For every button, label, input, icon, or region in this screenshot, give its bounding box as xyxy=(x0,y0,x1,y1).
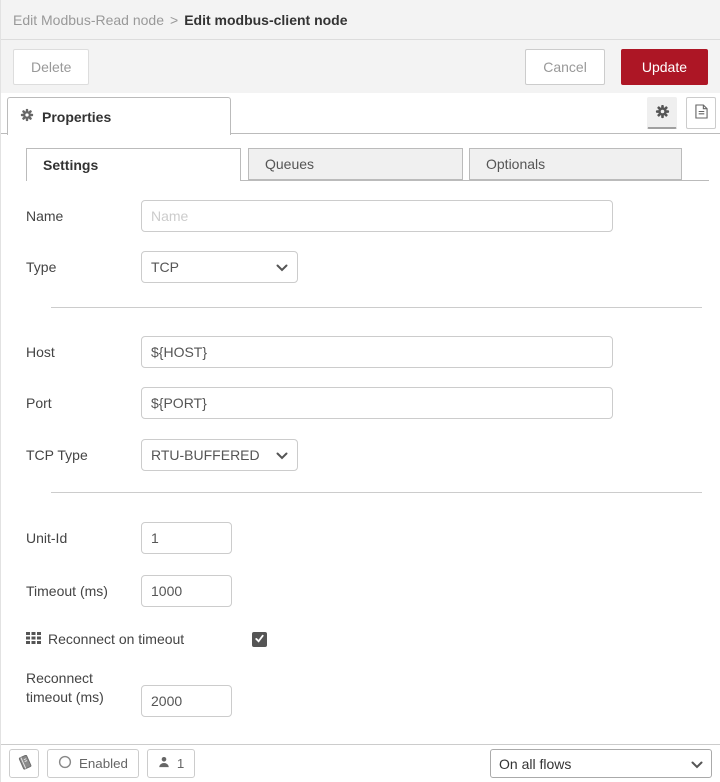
type-select[interactable]: TCP xyxy=(141,251,298,283)
properties-tab-label: Properties xyxy=(42,108,112,125)
reconnect-timeout-input[interactable] xyxy=(141,685,232,717)
host-row: Host xyxy=(26,336,720,368)
tcp-type-label: TCP Type xyxy=(26,447,88,463)
name-row: Name xyxy=(26,200,720,232)
type-select-value: TCP xyxy=(151,259,179,275)
breadcrumb: Edit Modbus-Read node > Edit modbus-clie… xyxy=(1,0,720,40)
instance-count-button[interactable]: 1 xyxy=(146,749,196,778)
timeout-input[interactable] xyxy=(141,575,232,607)
tcp-type-row: TCP Type RTU-BUFFERED xyxy=(26,439,720,471)
edit-node-dialog: Edit Modbus-Read node > Edit modbus-clie… xyxy=(0,0,720,782)
section-divider xyxy=(51,307,702,308)
port-row: Port xyxy=(26,387,720,419)
gear-icon xyxy=(655,104,670,122)
tab-optionals-label: Optionals xyxy=(486,156,546,172)
properties-panel-header: Properties xyxy=(1,93,720,135)
host-input[interactable] xyxy=(141,336,613,368)
tab-settings-label: Settings xyxy=(43,157,99,173)
port-input[interactable] xyxy=(141,387,613,419)
unit-id-row: Unit-Id xyxy=(26,522,720,554)
type-label: Type xyxy=(26,259,57,275)
book-icon xyxy=(17,754,32,773)
chevron-down-icon xyxy=(691,756,703,772)
settings-tabs: Settings Queues Optionals xyxy=(26,148,709,181)
tab-properties[interactable]: Properties xyxy=(7,97,231,135)
cancel-button[interactable]: Cancel xyxy=(525,48,605,85)
type-row: Type TCP xyxy=(26,251,720,283)
grid-icon xyxy=(26,631,41,647)
reconnect-on-timeout-label: Reconnect on timeout xyxy=(48,631,185,647)
deploy-scope-value: On all flows xyxy=(499,755,572,772)
dialog-toolbar: Delete Cancel Update xyxy=(1,40,720,93)
edit-properties-button[interactable] xyxy=(647,97,677,129)
reconnect-timeout-label: Reconnect timeout (ms) xyxy=(26,670,104,705)
name-input[interactable] xyxy=(141,200,613,232)
name-label: Name xyxy=(26,208,64,224)
update-button[interactable]: Update xyxy=(620,48,708,85)
user-icon xyxy=(158,756,170,771)
enabled-toggle-button[interactable]: Enabled xyxy=(47,749,139,778)
unit-id-input[interactable] xyxy=(141,522,232,554)
breadcrumb-separator: > xyxy=(170,11,179,28)
tcp-type-select-value: RTU-BUFFERED xyxy=(151,447,260,463)
enabled-label: Enabled xyxy=(79,756,128,771)
document-icon xyxy=(694,104,708,122)
tab-settings[interactable]: Settings xyxy=(26,148,241,181)
port-label: Port xyxy=(26,395,52,411)
checkmark-icon xyxy=(254,631,265,647)
panel-header-buttons xyxy=(647,97,716,129)
timeout-row: Timeout (ms) xyxy=(26,575,720,607)
tab-optionals[interactable]: Optionals xyxy=(469,148,682,180)
settings-form: Name Type TCP Host Port TCP Type RTU-BU xyxy=(1,200,720,717)
delete-button[interactable]: Delete xyxy=(13,48,90,85)
reconnect-timeout-row: Reconnect timeout (ms) xyxy=(26,669,720,717)
tab-queues-label: Queues xyxy=(265,156,315,172)
timeout-label: Timeout (ms) xyxy=(26,583,108,599)
unit-id-label: Unit-Id xyxy=(26,530,68,546)
tab-queues[interactable]: Queues xyxy=(248,148,463,180)
node-help-button[interactable] xyxy=(686,97,716,129)
chevron-down-icon xyxy=(276,259,288,275)
reconnect-on-timeout-label-group: Reconnect on timeout xyxy=(26,631,252,647)
deploy-scope-select[interactable]: On all flows xyxy=(490,749,712,778)
circle-icon xyxy=(58,755,72,772)
breadcrumb-current: Edit modbus-client node xyxy=(184,11,348,28)
reconnect-on-timeout-row: Reconnect on timeout xyxy=(26,628,720,650)
gear-icon xyxy=(20,108,34,125)
section-divider xyxy=(51,492,702,493)
dialog-footer: Enabled 1 On all flows xyxy=(1,744,720,782)
instance-count: 1 xyxy=(176,756,185,771)
breadcrumb-parent[interactable]: Edit Modbus-Read node xyxy=(13,12,164,28)
node-info-button[interactable] xyxy=(9,749,39,778)
chevron-down-icon xyxy=(276,447,288,463)
reconnect-on-timeout-checkbox[interactable] xyxy=(252,631,267,647)
host-label: Host xyxy=(26,344,55,360)
tcp-type-select[interactable]: RTU-BUFFERED xyxy=(141,439,298,471)
